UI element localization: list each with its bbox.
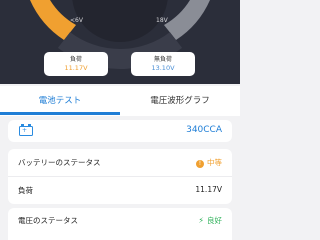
gauge-left-scale-label: <6V <box>70 17 83 24</box>
battery-icon: + <box>19 123 33 136</box>
no-load-voltage-value: 13.10V <box>151 64 175 72</box>
voltage-status-row: 電圧のステータス ⚡ 良好 <box>8 208 232 234</box>
active-tab-indicator <box>0 112 120 115</box>
cca-value: 340CCA <box>186 125 222 135</box>
load-voltage-title: 負荷 <box>69 56 82 63</box>
gauge-center-disc <box>72 0 168 42</box>
voltage-status-title: 電圧のステータス <box>18 216 78 225</box>
no-load-voltage-title: 無負荷 <box>153 56 172 63</box>
bolt-icon: ⚡ <box>198 216 204 225</box>
cca-card: + 340CCA <box>8 120 232 142</box>
load-row: 負荷 11.17V <box>8 177 232 203</box>
info-icon: ! <box>196 160 204 168</box>
voltage-status-card: 電圧のステータス ⚡ 良好 <box>8 208 232 240</box>
gauge-panel: <6V 18V 負荷 11.17V 無負荷 13.10V <box>0 0 240 84</box>
load-value: 11.17V <box>195 185 222 194</box>
battery-status-title: バッテリーのステータス <box>18 158 101 167</box>
battery-status-label: 中等 <box>207 158 222 167</box>
load-voltage-chip: 負荷 11.17V <box>44 52 108 76</box>
voltage-gauge <box>30 0 210 69</box>
load-voltage-value: 11.17V <box>64 64 88 72</box>
no-load-voltage-chip: 無負荷 13.10V <box>131 52 195 76</box>
voltage-status-badge: ⚡ 良好 <box>198 215 222 226</box>
gauge-right-scale-label: 18V <box>156 17 168 24</box>
battery-status-row: バッテリーのステータス ! 中等 <box>8 149 232 175</box>
battery-status-badge: ! 中等 <box>196 157 222 168</box>
tab-voltage-waveform[interactable]: 電圧波形グラフ <box>120 86 240 116</box>
battery-status-card: バッテリーのステータス ! 中等 負荷 11.17V <box>8 149 232 204</box>
load-label: 負荷 <box>18 186 33 195</box>
voltage-status-label: 良好 <box>207 216 222 225</box>
